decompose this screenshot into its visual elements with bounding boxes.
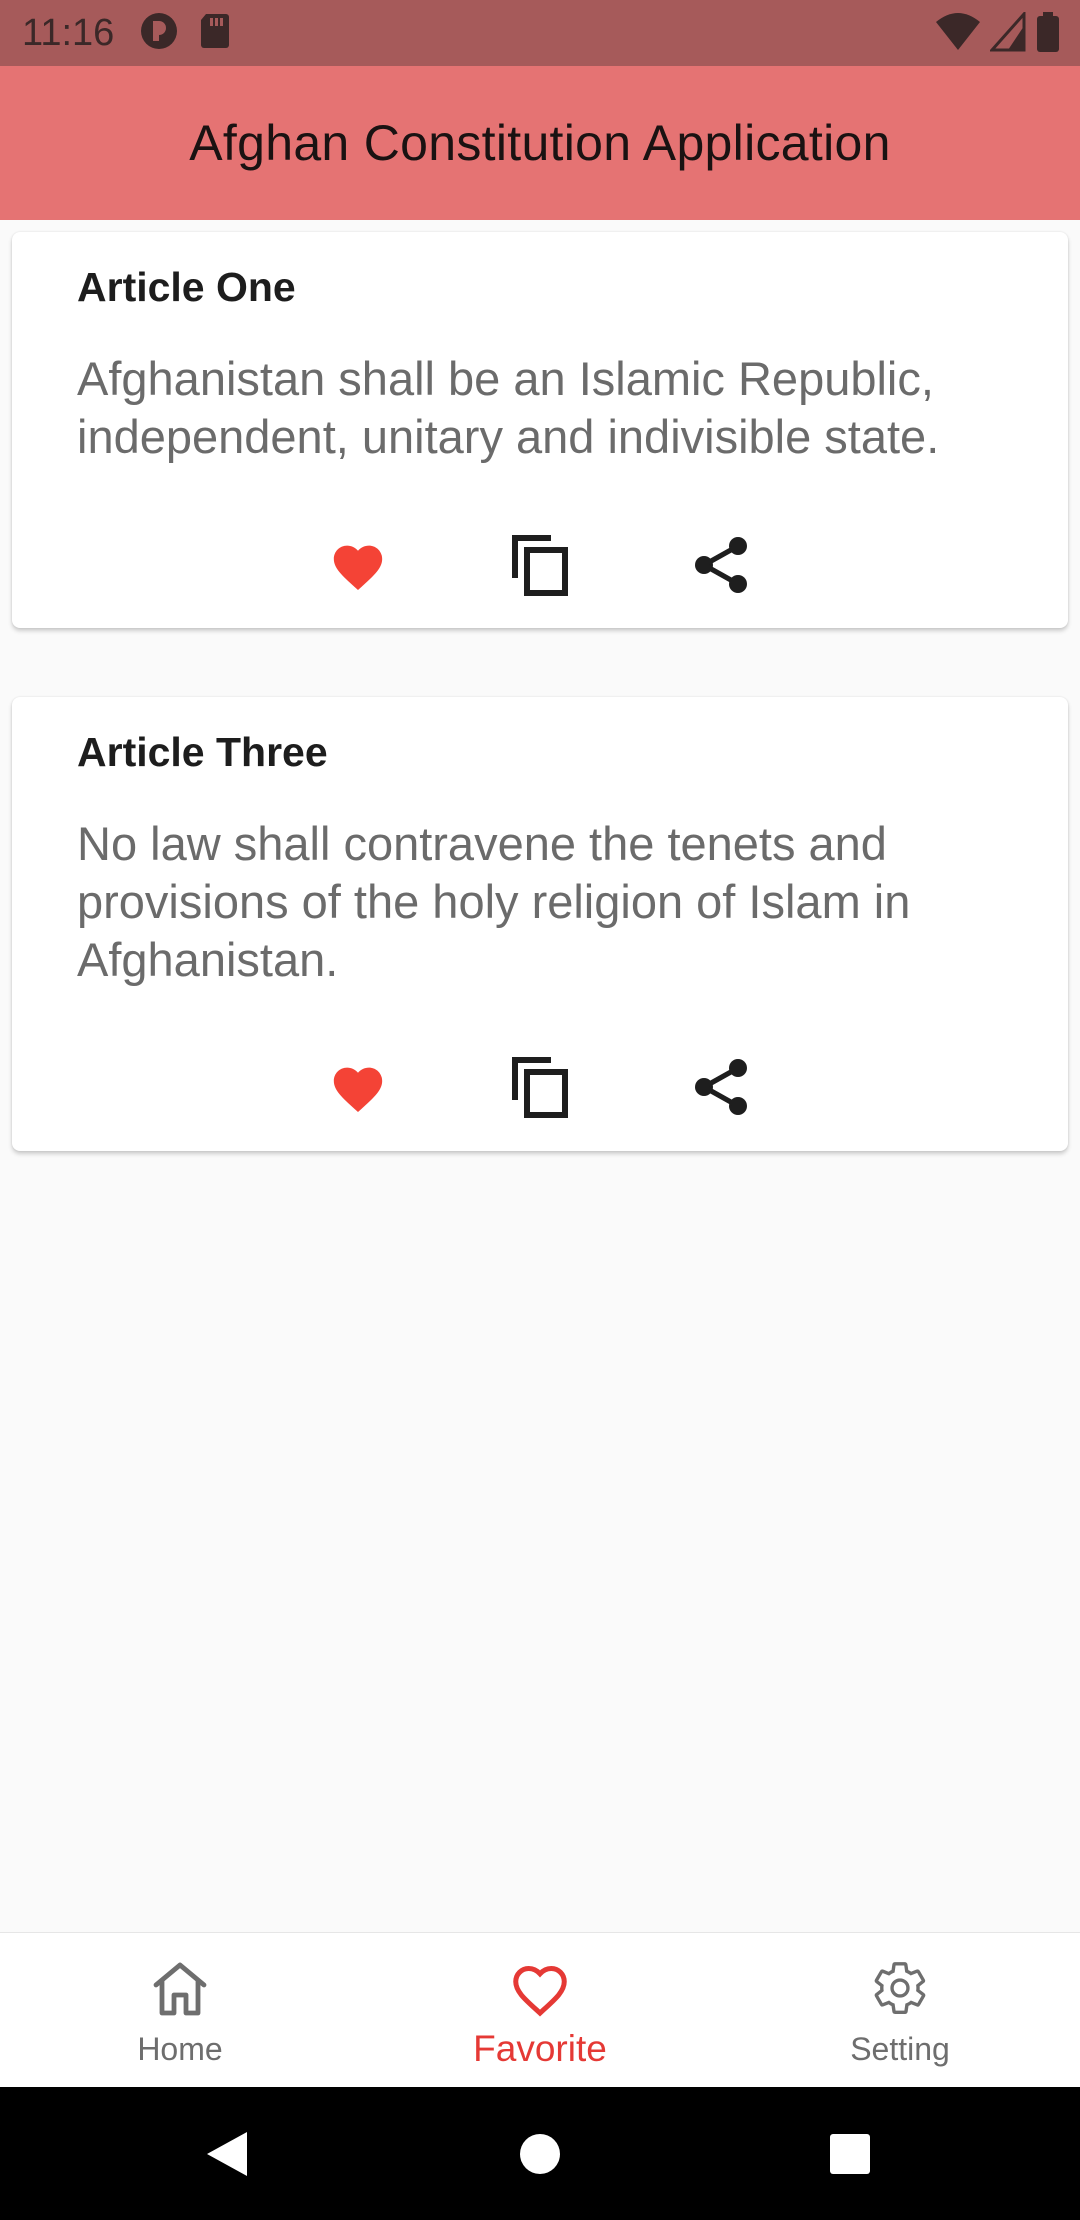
article-actions — [12, 530, 1068, 600]
share-button[interactable] — [687, 530, 757, 600]
back-triangle-icon — [207, 2131, 247, 2176]
home-circle-icon — [520, 2133, 560, 2174]
status-bar: 11:16 — [0, 0, 1080, 66]
home-system-button[interactable] — [480, 2087, 600, 2220]
heart-filled-icon — [333, 545, 383, 591]
nav-label-favorite: Favorite — [473, 2028, 607, 2069]
copy-icon — [512, 1057, 568, 1118]
heart-outline-icon — [513, 1965, 567, 2017]
article-card: Article One Afghanistan shall be an Isla… — [12, 232, 1068, 628]
app-bar: Afghan Constitution Application — [0, 66, 1080, 220]
status-time: 11:16 — [22, 11, 115, 54]
nav-item-favorite[interactable]: Favorite — [360, 1933, 720, 2088]
recents-button[interactable] — [790, 2087, 910, 2220]
sd-card-icon — [200, 13, 230, 53]
nav-item-setting[interactable]: Setting — [720, 1933, 1080, 2088]
app-notification-icon — [140, 12, 178, 55]
home-icon — [153, 1962, 207, 2016]
cell-signal-icon — [988, 10, 1026, 57]
article-card: Article Three No law shall contravene th… — [12, 697, 1068, 1151]
gear-icon — [874, 1962, 926, 2014]
article-title: Article One — [77, 264, 296, 310]
favorite-button[interactable] — [323, 530, 393, 600]
copy-button[interactable] — [505, 1052, 575, 1122]
share-icon — [695, 1059, 747, 1115]
battery-icon — [1036, 12, 1060, 57]
back-button[interactable] — [167, 2087, 287, 2220]
system-nav-bar — [0, 2087, 1080, 2220]
wifi-icon — [936, 12, 980, 57]
article-text: No law shall contravene the tenets and p… — [77, 817, 911, 986]
nav-label-home: Home — [137, 2031, 223, 2067]
article-title: Article Three — [77, 729, 328, 775]
nav-label-setting: Setting — [850, 2031, 950, 2067]
article-text: Afghanistan shall be an Islamic Republic… — [77, 352, 940, 463]
bottom-nav: Home Favorite Setting — [0, 1932, 1080, 2087]
favorite-button[interactable] — [323, 1052, 393, 1122]
share-button[interactable] — [687, 1052, 757, 1122]
recents-square-icon — [830, 2133, 870, 2174]
nav-item-home[interactable]: Home — [0, 1933, 360, 2088]
share-icon — [695, 537, 747, 593]
article-actions — [12, 1052, 1068, 1122]
copy-icon — [512, 535, 568, 596]
app-title: Afghan Constitution Application — [189, 115, 891, 171]
heart-filled-icon — [333, 1067, 383, 1113]
copy-button[interactable] — [505, 530, 575, 600]
